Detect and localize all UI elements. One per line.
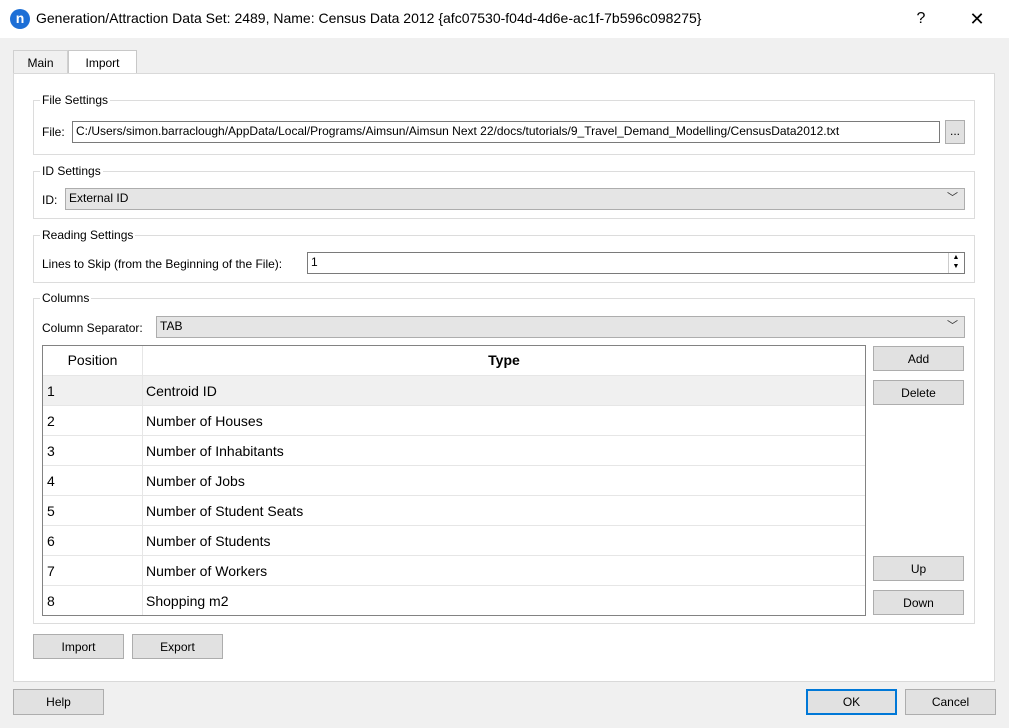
file-settings-title: File Settings bbox=[40, 93, 111, 107]
cell-position: 1 bbox=[47, 383, 55, 399]
chevron-down-icon: ﹀ bbox=[947, 320, 958, 332]
table-row[interactable]: 4 Number of Jobs bbox=[43, 465, 865, 495]
delete-column-button[interactable]: Delete bbox=[873, 380, 964, 405]
cell-position: 8 bbox=[47, 593, 55, 609]
id-select[interactable]: External ID ﹀ bbox=[65, 188, 965, 210]
table-row[interactable]: 1 Centroid ID bbox=[43, 375, 865, 405]
help-button[interactable]: Help bbox=[13, 689, 104, 715]
column-header-position[interactable]: Position bbox=[43, 346, 142, 375]
id-select-value: External ID bbox=[69, 191, 129, 205]
column-header-type[interactable]: Type bbox=[143, 346, 865, 375]
title-bar: n Generation/Attraction Data Set: 2489, … bbox=[0, 0, 1009, 38]
cell-position: 6 bbox=[47, 533, 55, 549]
cell-type[interactable]: Number of Students bbox=[146, 526, 271, 556]
tab-import[interactable]: Import bbox=[68, 50, 137, 75]
import-button[interactable]: Import bbox=[33, 634, 124, 659]
table-row[interactable]: 5 Number of Student Seats bbox=[43, 495, 865, 525]
columns-title: Columns bbox=[40, 291, 92, 305]
table-row[interactable]: 8 Shopping m2 bbox=[43, 585, 865, 615]
cell-type[interactable]: Number of Houses bbox=[146, 406, 263, 436]
spinbox-arrows[interactable]: ▲ ▼ bbox=[948, 253, 963, 273]
close-window-button[interactable]: ✕ bbox=[962, 5, 992, 33]
move-down-button[interactable]: Down bbox=[873, 590, 964, 615]
cell-type[interactable]: Number of Workers bbox=[146, 556, 267, 586]
cell-position: 5 bbox=[47, 503, 55, 519]
cell-position: 4 bbox=[47, 473, 55, 489]
reading-settings-title: Reading Settings bbox=[40, 228, 136, 242]
move-up-button[interactable]: Up bbox=[873, 556, 964, 581]
column-divider bbox=[142, 346, 143, 615]
spin-up-icon[interactable]: ▲ bbox=[949, 253, 963, 262]
browse-file-button[interactable]: ... bbox=[945, 120, 965, 144]
spin-down-icon[interactable]: ▼ bbox=[949, 262, 963, 271]
file-label: File: bbox=[42, 125, 65, 139]
context-help-button[interactable]: ? bbox=[908, 5, 934, 33]
cell-type[interactable]: Centroid ID bbox=[146, 376, 217, 406]
lines-to-skip-label: Lines to Skip (from the Beginning of the… bbox=[42, 257, 283, 271]
cell-type[interactable]: Number of Jobs bbox=[146, 466, 245, 496]
export-button[interactable]: Export bbox=[132, 634, 223, 659]
id-label: ID: bbox=[42, 193, 58, 207]
table-row[interactable]: 7 Number of Workers bbox=[43, 555, 865, 585]
add-column-button[interactable]: Add bbox=[873, 346, 964, 371]
id-settings-title: ID Settings bbox=[40, 164, 103, 178]
app-logo-icon: n bbox=[10, 9, 30, 29]
cell-position: 3 bbox=[47, 443, 55, 459]
window-title: Generation/Attraction Data Set: 2489, Na… bbox=[36, 10, 702, 26]
cell-position: 2 bbox=[47, 413, 55, 429]
column-separator-select[interactable]: TAB ﹀ bbox=[156, 316, 965, 338]
file-path-field[interactable]: C:/Users/simon.barraclough/AppData/Local… bbox=[72, 121, 940, 143]
columns-table[interactable]: Position Type 1 Centroid ID 2 Number of … bbox=[42, 345, 866, 616]
cell-type[interactable]: Number of Inhabitants bbox=[146, 436, 284, 466]
table-row[interactable]: 2 Number of Houses bbox=[43, 405, 865, 435]
column-separator-value: TAB bbox=[160, 319, 183, 333]
cell-position: 7 bbox=[47, 563, 55, 579]
table-row[interactable]: 3 Number of Inhabitants bbox=[43, 435, 865, 465]
cell-type[interactable]: Number of Student Seats bbox=[146, 496, 303, 526]
cancel-button[interactable]: Cancel bbox=[905, 689, 996, 715]
chevron-down-icon: ﹀ bbox=[947, 192, 958, 204]
column-separator-label: Column Separator: bbox=[42, 321, 143, 335]
tab-main[interactable]: Main bbox=[13, 50, 68, 74]
table-row[interactable]: 6 Number of Students bbox=[43, 525, 865, 555]
ok-button[interactable]: OK bbox=[806, 689, 897, 715]
lines-to-skip-spinbox[interactable]: 1 bbox=[307, 252, 965, 274]
cell-type[interactable]: Shopping m2 bbox=[146, 586, 229, 615]
